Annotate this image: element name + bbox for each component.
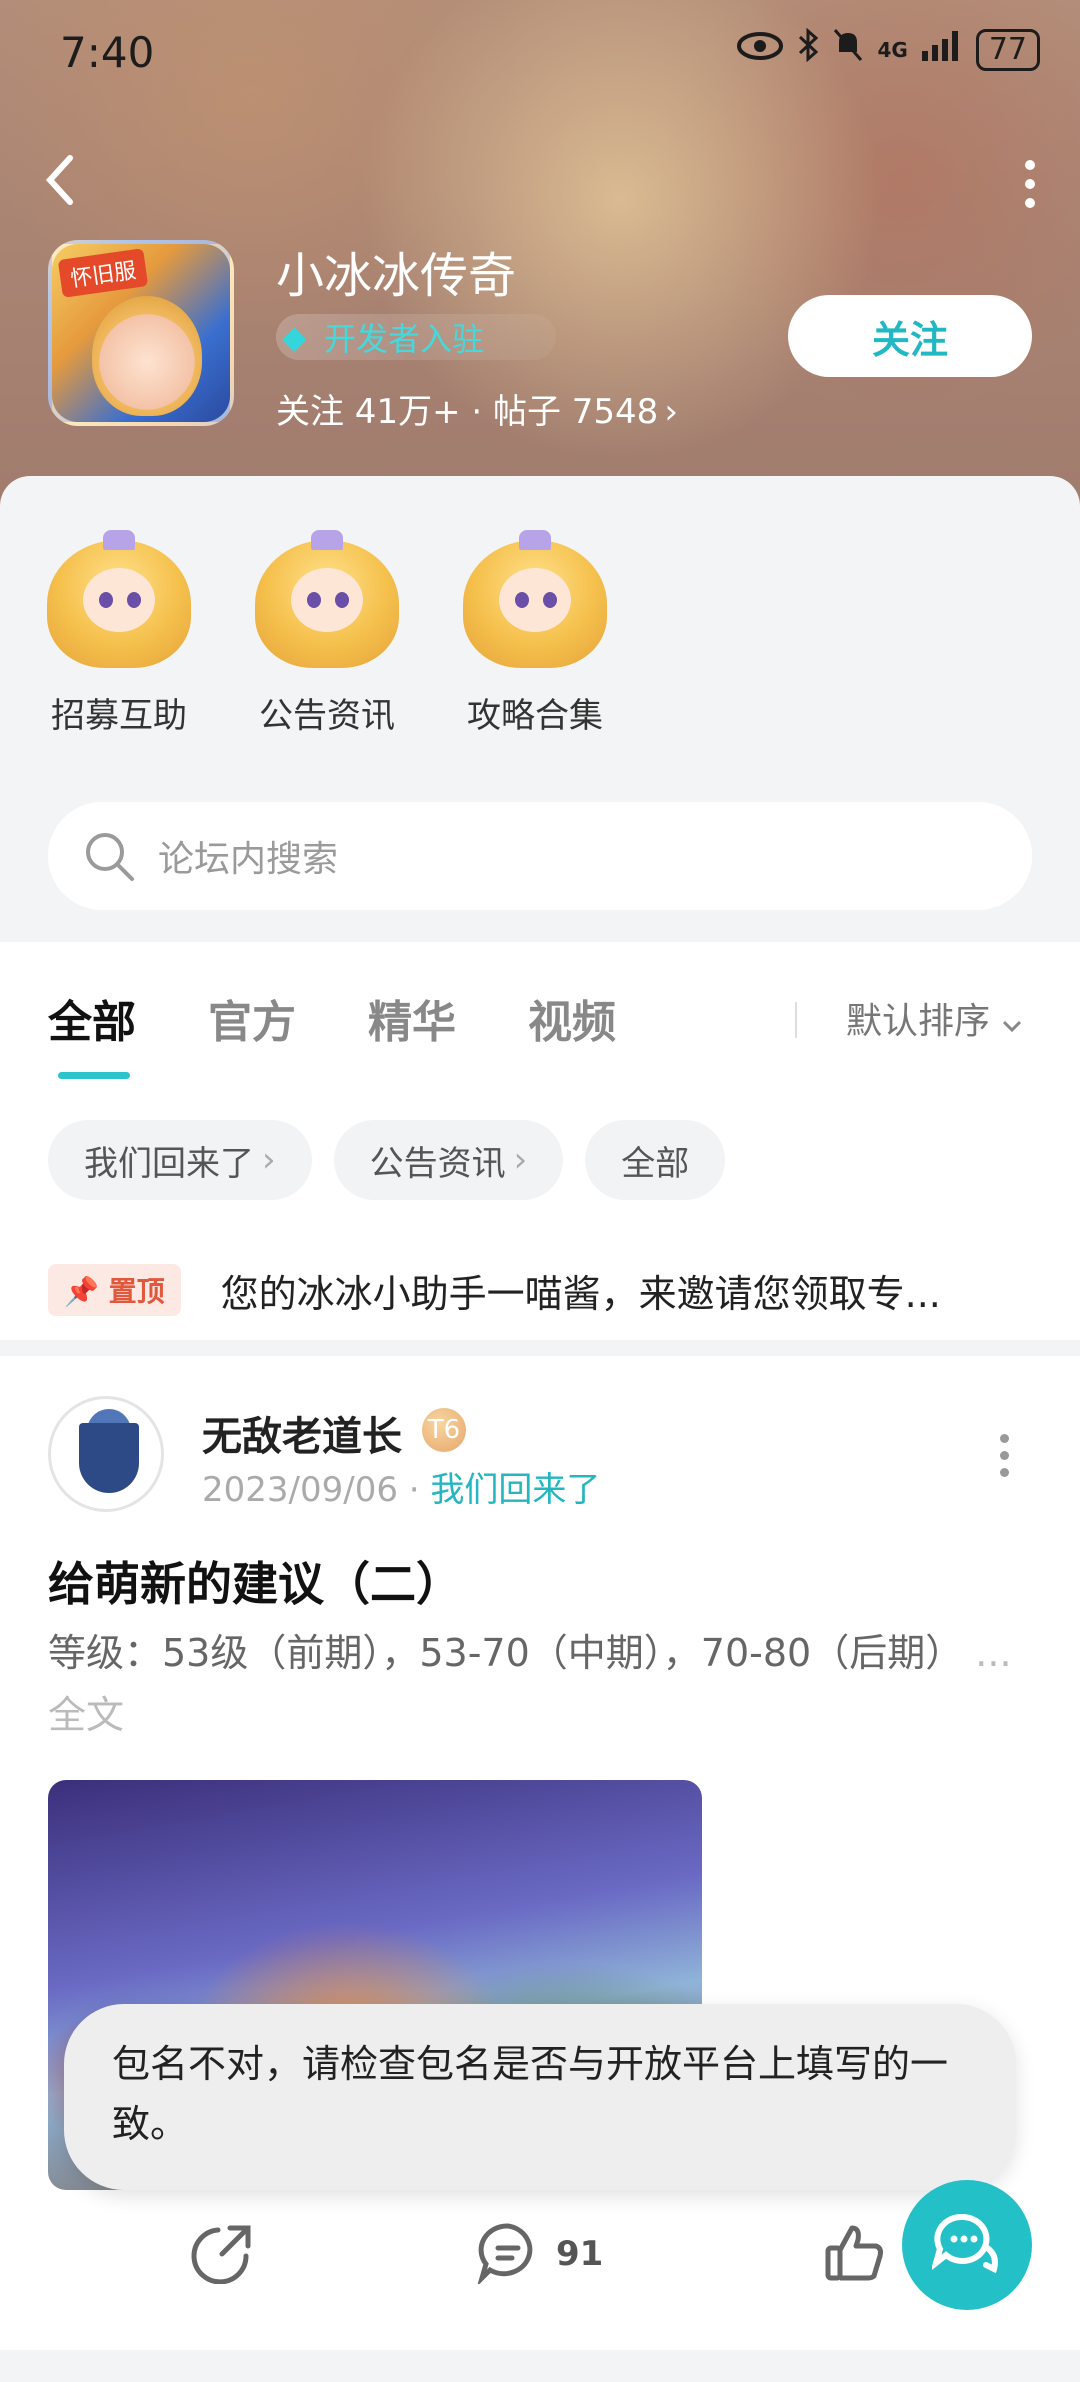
status-icons: 4G 77 bbox=[737, 27, 1040, 71]
post-excerpt[interactable]: 等级：53级（前期），53-70（中期），70-80（后期） ... 全文 bbox=[48, 1622, 1038, 1746]
pinned-badge: 📌 置顶 bbox=[48, 1264, 181, 1316]
topic-chips: 我们回来了 › 公告资讯 › 全部 bbox=[48, 1120, 726, 1200]
chevron-right-icon: › bbox=[513, 1140, 528, 1180]
share-icon bbox=[190, 2220, 254, 2288]
forum-stats[interactable]: 关注 41万+ · 帖子 7548 › bbox=[276, 384, 678, 433]
chip-label: 公告资讯 bbox=[369, 1143, 506, 1184]
follow-button[interactable]: 关注 bbox=[788, 295, 1032, 377]
chip-label: 全部 bbox=[621, 1143, 690, 1184]
chip-announcements[interactable]: 公告资讯 › bbox=[333, 1120, 564, 1200]
bottom-divider bbox=[0, 2350, 1080, 2382]
bluetooth-icon bbox=[797, 27, 819, 71]
share-button[interactable] bbox=[190, 2220, 254, 2288]
post-topic[interactable]: 我们回来了 bbox=[430, 1470, 600, 1510]
chip-we-are-back[interactable]: 我们回来了 › bbox=[48, 1120, 312, 1200]
post-excerpt-text: 等级：53级（前期），53-70（中期），70-80（后期） bbox=[48, 1631, 964, 1675]
developer-badge[interactable]: ◆ 开发者入驻 bbox=[276, 314, 556, 360]
quick-link-announcements[interactable]: 公告资讯 bbox=[252, 530, 402, 737]
chip-all[interactable]: 全部 bbox=[585, 1120, 726, 1200]
chat-bubble-icon bbox=[930, 2211, 1002, 2279]
thumbs-up-icon bbox=[822, 2220, 886, 2288]
mascot-icon bbox=[47, 530, 191, 668]
game-icon-tag: 怀旧服 bbox=[57, 248, 149, 298]
meta-dot: · bbox=[408, 1470, 431, 1510]
quick-link-label: 攻略合集 bbox=[467, 696, 603, 736]
network-label: 4G bbox=[877, 37, 908, 62]
toast-message: 包名不对，请检查包名是否与开放平台上填写的一致。 bbox=[64, 2004, 1016, 2190]
post-more-button[interactable] bbox=[1000, 1434, 1012, 1478]
post-title[interactable]: 给萌新的建议（二） bbox=[48, 1548, 462, 1614]
quick-link-recruit[interactable]: 招募互助 bbox=[44, 530, 194, 737]
forum-header: 7:40 4G 77 怀旧服 小冰冰传奇 ◆ 开发者入驻 关注 41万+ · 帖… bbox=[0, 0, 1080, 520]
diamond-icon: ◆ bbox=[282, 318, 307, 356]
back-button[interactable] bbox=[40, 150, 100, 220]
chevron-down-icon bbox=[1001, 1001, 1023, 1042]
tab-official[interactable]: 官方 bbox=[208, 986, 296, 1050]
chevron-right-icon: › bbox=[664, 392, 678, 432]
status-bar: 7:40 4G 77 bbox=[0, 0, 1080, 100]
section-divider bbox=[0, 1340, 1080, 1356]
chevron-right-icon: › bbox=[262, 1140, 276, 1180]
author-avatar[interactable] bbox=[48, 1396, 164, 1512]
like-button[interactable] bbox=[822, 2220, 886, 2288]
game-character-face bbox=[92, 296, 202, 416]
quick-link-guides[interactable]: 攻略合集 bbox=[460, 530, 610, 737]
post-meta: 2023/09/06 · 我们回来了 bbox=[202, 1462, 600, 1511]
developer-badge-label: 开发者入驻 bbox=[324, 320, 485, 358]
status-time: 7:40 bbox=[60, 28, 155, 77]
sort-label: 默认排序 bbox=[846, 1001, 991, 1042]
eye-icon bbox=[737, 30, 784, 70]
forum-stats-text: 关注 41万+ · 帖子 7548 bbox=[276, 392, 659, 432]
quick-link-label: 招募互助 bbox=[51, 696, 187, 736]
game-icon: 怀旧服 bbox=[48, 240, 234, 426]
more-options-button[interactable] bbox=[1020, 160, 1040, 210]
forum-title: 小冰冰传奇 bbox=[276, 248, 517, 304]
tab-bar: 全部 官方 精华 视频 bbox=[48, 986, 688, 1079]
battery-icon: 77 bbox=[975, 28, 1040, 71]
tab-video[interactable]: 视频 bbox=[528, 986, 616, 1050]
post-date: 2023/09/06 bbox=[202, 1470, 398, 1510]
mute-bell-icon bbox=[833, 28, 863, 71]
tab-divider bbox=[795, 1002, 797, 1038]
pinned-post-title: 您的冰冰小助手一喵酱，来邀请您领取专... bbox=[220, 1271, 941, 1316]
search-placeholder: 论坛内搜索 bbox=[158, 839, 339, 880]
comment-icon bbox=[476, 2220, 540, 2288]
pinned-badge-label: 置顶 bbox=[108, 1275, 165, 1308]
level-badge: T6 bbox=[422, 1408, 466, 1452]
pin-icon: 📌 bbox=[64, 1275, 99, 1308]
quick-link-label: 公告资讯 bbox=[259, 696, 395, 736]
mascot-icon bbox=[463, 530, 607, 668]
author-name[interactable]: 无敌老道长 bbox=[202, 1404, 402, 1462]
post-compose-button[interactable] bbox=[902, 2180, 1032, 2310]
search-input[interactable]: 论坛内搜索 bbox=[48, 802, 1032, 910]
comment-button[interactable]: 91 bbox=[476, 2220, 603, 2288]
quick-panel: 招募互助 公告资讯 攻略合集 论坛内搜索 bbox=[0, 476, 1080, 942]
mascot-icon bbox=[255, 530, 399, 668]
chip-label: 我们回来了 bbox=[84, 1143, 254, 1184]
pinned-post[interactable]: 📌 置顶 您的冰冰小助手一喵酱，来邀请您领取专... bbox=[48, 1260, 1032, 1320]
sort-dropdown[interactable]: 默认排序 bbox=[846, 986, 1023, 1058]
tab-featured[interactable]: 精华 bbox=[368, 986, 456, 1050]
comment-count: 91 bbox=[556, 2234, 604, 2274]
tab-all[interactable]: 全部 bbox=[48, 986, 136, 1079]
signal-icon bbox=[921, 30, 962, 70]
search-icon bbox=[82, 829, 136, 883]
